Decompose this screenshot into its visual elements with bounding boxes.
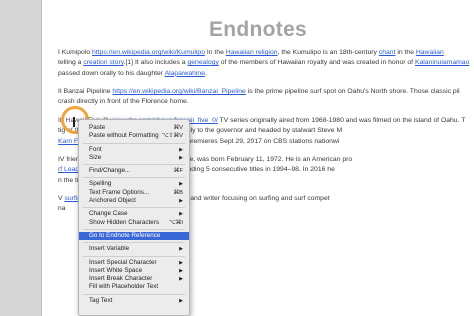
text-run: of the members of Hawaiian royalty and w…: [218, 59, 415, 67]
text-run: telling a: [58, 59, 84, 67]
text-run: TV series originally aired from 1968-198…: [217, 117, 466, 124]
menu-separator: [83, 293, 185, 295]
menu-item-label: Show Hidden Characters: [89, 218, 160, 226]
menu-item-label: Anchored Object: [89, 197, 136, 205]
text-run: crash directly in front of the Florence …: [58, 98, 189, 106]
hyperlink[interactable]: creation story: [83, 59, 123, 66]
menu-item-label: Insert Break Character: [89, 275, 153, 283]
submenu-arrow-icon: ▶: [179, 297, 183, 304]
menu-item-label: Find/Change...: [89, 167, 131, 175]
submenu-arrow-icon: ▶: [179, 259, 183, 266]
text-line: telling a creation story.[1] It also inc…: [58, 58, 474, 68]
text-cursor: [73, 117, 75, 127]
submenu-arrow-icon: ▶: [179, 198, 183, 205]
text-run: V: [58, 195, 63, 202]
endnote-2[interactable]: II Banzai Pipeline https://en.wikipedia.…: [58, 87, 474, 108]
text-run: is the prime pipeline surf spot on Oahu'…: [245, 88, 460, 95]
menu-item-label: Tag Text: [89, 296, 113, 304]
text-run: na: [58, 205, 66, 213]
hyperlink[interactable]: Hawaiian religion: [226, 49, 278, 56]
menu-item-insert-special-character[interactable]: Insert Special Character ▶: [79, 259, 189, 267]
menu-separator: [83, 207, 185, 209]
text-line: II Banzai Pipeline https://en.wikipedia.…: [58, 87, 474, 97]
text-run: I Kumipolo: [58, 49, 93, 56]
text-run: II Banzai Pipeline: [58, 88, 113, 95]
submenu-arrow-icon: ▶: [179, 146, 183, 153]
menu-separator: [83, 242, 185, 244]
menu-item-label: Paste without Formatting: [89, 132, 159, 140]
context-menu[interactable]: Paste ⌘V Paste without Formatting ⌥⇧⌘V Font ▶…: [78, 119, 190, 316]
hyperlink[interactable]: Alapaiwahine: [165, 70, 205, 77]
submenu-arrow-icon: ▶: [179, 154, 183, 161]
text-line: crash directly in front of the Florence …: [58, 97, 474, 107]
menu-item-label: Go to Endnote Reference: [89, 231, 161, 239]
menu-separator: [83, 177, 185, 179]
text-run: in the: [395, 49, 416, 56]
menu-item-label: Paste: [89, 124, 106, 131]
menu-item-label: Insert Special Character: [89, 258, 157, 266]
menu-item-label: Insert Variable: [89, 245, 130, 253]
text-run: , the Kumulipo is an 18th-century: [277, 49, 379, 56]
menu-shortcut: ⌥⌘I: [168, 219, 183, 226]
menu-shortcut: ⌘B: [173, 189, 183, 196]
text-run: .[1] It also includes a: [123, 59, 188, 67]
menu-item-label: Size: [89, 153, 102, 161]
menu-shortcut: ⌘F: [173, 168, 183, 175]
endnote-1[interactable]: I Kumipolo https://en.wikipedia.org/wiki…: [58, 48, 474, 79]
hyperlink[interactable]: https://en.wikipedia.org/wiki/Banzai_Pip…: [112, 88, 245, 95]
submenu-arrow-icon: ▶: [179, 211, 183, 218]
hyperlink[interactable]: Hawaiian: [416, 49, 444, 56]
text-run: passed down orally to his daughter: [58, 69, 165, 77]
hyperlink[interactable]: chant: [379, 49, 396, 56]
menu-item-spelling[interactable]: Spelling ▶: [79, 180, 189, 188]
page-title: Endnotes: [208, 18, 308, 41]
menu-separator: [83, 255, 185, 257]
menu-item-label: Text Frame Options...: [89, 188, 150, 196]
menu-item-size[interactable]: Size ▶: [79, 154, 189, 162]
menu-item-font[interactable]: Font ▶: [79, 146, 189, 154]
submenu-arrow-icon: ▶: [179, 276, 183, 283]
menu-item-insert-white-space[interactable]: Insert White Space ▶: [79, 267, 189, 275]
menu-item-label: Change Case: [89, 210, 128, 218]
menu-shortcut: ⌥⇧⌘V: [161, 133, 183, 140]
hyperlink[interactable]: genealogy: [187, 59, 218, 66]
menu-item-tag-text[interactable]: Tag Text ▶: [79, 297, 189, 305]
text-run: .: [205, 69, 207, 77]
menu-item-paste[interactable]: Paste ⌘V: [79, 124, 189, 132]
menu-item-go-to-endnote-reference[interactable]: Go to Endnote Reference: [79, 231, 189, 241]
text-line: I Kumipolo https://en.wikipedia.org/wiki…: [58, 48, 474, 58]
menu-separator: [83, 228, 185, 230]
text-run: In the: [204, 49, 226, 56]
menu-item-show-hidden-characters[interactable]: Show Hidden Characters ⌥⌘I: [79, 219, 189, 227]
hyperlink[interactable]: Kalaninuiamamao: [415, 59, 469, 66]
menu-item-insert-variable[interactable]: Insert Variable ▶: [79, 245, 189, 253]
menu-item-text-frame-options[interactable]: Text Frame Options... ⌘B: [79, 189, 189, 197]
menu-item-label: Fill with Placeholder Text: [89, 283, 159, 291]
menu-separator: [83, 164, 185, 166]
submenu-arrow-icon: ▶: [179, 267, 183, 274]
text-line: passed down orally to his daughter Alapa…: [58, 69, 474, 79]
menu-item-insert-break-character[interactable]: Insert Break Character ▶: [79, 275, 189, 283]
menu-separator: [83, 142, 185, 144]
hyperlink[interactable]: https://en.wikipedia.org/wiki/Kumulipo: [92, 49, 205, 56]
pasteboard-left: [0, 0, 42, 316]
submenu-arrow-icon: ▶: [179, 181, 183, 188]
menu-item-label: Font: [89, 145, 102, 153]
menu-shortcut: ⌘V: [173, 125, 183, 131]
menu-item-label: Insert White Space: [89, 266, 143, 274]
menu-item-anchored-object[interactable]: Anchored Object ▶: [79, 197, 189, 205]
menu-item-label: Spelling: [89, 180, 112, 188]
menu-item-change-case[interactable]: Change Case ▶: [79, 210, 189, 218]
menu-item-find-change[interactable]: Find/Change... ⌘F: [79, 167, 189, 175]
menu-item-fill-with-placeholder-text[interactable]: Fill with Placeholder Text: [79, 283, 189, 291]
menu-item-paste-without-formatting[interactable]: Paste without Formatting ⌥⇧⌘V: [79, 132, 189, 140]
submenu-arrow-icon: ▶: [179, 246, 183, 253]
